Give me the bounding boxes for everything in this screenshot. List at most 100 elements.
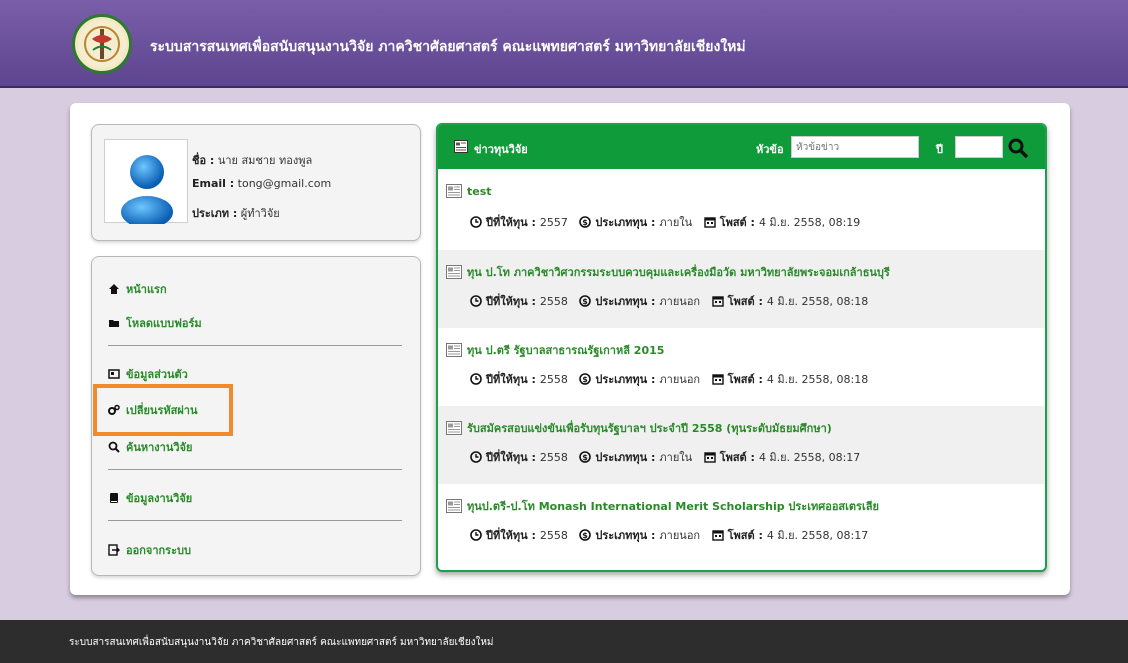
type-meta-label: ประเภททุน :	[595, 373, 656, 386]
dollar-icon: $	[579, 451, 592, 463]
posted-meta-value: 4 มิ.ย. 2558, 08:18	[766, 373, 869, 386]
home-icon	[109, 284, 119, 294]
news-item-icon	[446, 184, 462, 198]
profile-type-row: ประเภท : ผู้ทำวิจัย	[192, 204, 280, 222]
year-meta-value: 2558	[539, 528, 568, 542]
calendar-icon	[711, 530, 724, 541]
email-label: Email :	[192, 177, 235, 190]
year-meta-label: ปีที่ให้ทุน :	[486, 216, 536, 229]
dollar-icon: $	[579, 295, 592, 307]
news-item-title[interactable]: รับสมัครสอบแข่งขันเพื่อรับทุนรัฐบาลฯ ประ…	[446, 419, 832, 437]
folder-open-icon	[109, 320, 119, 327]
year-meta-value: 2558	[539, 450, 568, 464]
menu-item-logout[interactable]: ออกจากระบบ	[108, 541, 191, 559]
news-item-meta: ปีที่ให้ทุน :2557 $ ประเภททุน : ภายใน โพสต…	[470, 213, 860, 231]
footer-text: ระบบสารสนเทศเพื่อสนับสนุนงานวิจัย ภาควิช…	[69, 637, 494, 648]
news-icon	[454, 140, 468, 153]
calendar-icon	[711, 374, 724, 385]
app-header: ระบบสารสนเทศเพื่อสนับสนุนงานวิจัย ภาควิช…	[0, 0, 1128, 88]
profile-card: ชื่อ : นาย สมชาย ทองพูล Email : tong@gma…	[91, 124, 421, 241]
svg-text:$: $	[583, 297, 589, 306]
faculty-logo	[72, 14, 132, 74]
news-item-icon	[446, 499, 462, 513]
menu-item-search-research[interactable]: ค้นหางานวิจัย	[108, 438, 192, 456]
clock-icon	[470, 529, 482, 541]
year-meta-value: 2558	[539, 294, 568, 308]
news-item-title-text: ทุนป.ตรี-ป.โท Monash International Merit…	[467, 500, 879, 513]
news-item: ทุน ป.ตรี รัฐบาลสาธารณรัฐเกาหลี 2015 ปีที…	[438, 328, 1045, 406]
news-item-title-text: ทุน ป.ตรี รัฐบาลสาธารณรัฐเกาหลี 2015	[467, 344, 665, 357]
dollar-icon: $	[579, 529, 592, 541]
posted-meta-label: โพสต์ :	[727, 295, 763, 308]
year-meta-value: 2558	[539, 372, 568, 386]
news-item-title[interactable]: ทุน ป.ตรี รัฐบาลสาธารณรัฐเกาหลี 2015	[446, 341, 664, 359]
year-label: ปี	[936, 143, 943, 156]
dollar-icon: $	[579, 373, 592, 385]
type-meta-label: ประเภททุน :	[595, 529, 656, 542]
year-meta-label: ปีที่ให้ทุน :	[486, 529, 536, 542]
menu-label-research-data: ข้อมูลงานวิจัย	[126, 492, 193, 505]
posted-meta-label: โพสต์ :	[727, 373, 763, 386]
user-avatar-icon	[121, 155, 173, 228]
name-label: ชื่อ :	[192, 154, 215, 167]
research-news-panel: ข่าวทุนวิจัย หัวข้อ ปี test ปีที่ให้ทุน :…	[436, 123, 1047, 572]
profile-name-row: ชื่อ : นาย สมชาย ทองพูล	[192, 151, 312, 169]
topic-search-input[interactable]	[791, 136, 919, 158]
type-meta-value: ภายนอก	[659, 529, 701, 542]
logout-icon	[108, 544, 120, 556]
menu-item-research-data[interactable]: ข้อมูลงานวิจัย	[108, 489, 192, 507]
calendar-icon	[703, 217, 716, 228]
news-item-title[interactable]: ทุน ป.โท ภาควิชาวิศวกรรมระบบควบคุมและเคร…	[446, 263, 890, 281]
menu-label-search-research: ค้นหางานวิจัย	[126, 441, 193, 454]
type-meta-label: ประเภททุน :	[595, 216, 656, 229]
menu-label-download-forms: โหลดแบบฟอร์ม	[126, 317, 202, 330]
clock-icon	[470, 373, 482, 385]
menu-item-home[interactable]: หน้าแรก	[108, 280, 167, 298]
book-icon	[110, 493, 118, 503]
type-meta-value: ภายนอก	[659, 373, 701, 386]
news-item: test ปีที่ให้ทุน :2557 $ ประเภททุน : ภายใน …	[438, 171, 1045, 249]
news-item-meta: ปีที่ให้ทุน :2558 $ ประเภททุน : ภายนอก โพส…	[470, 370, 868, 388]
type-meta-label: ประเภททุน :	[595, 451, 656, 464]
clock-icon	[470, 451, 482, 463]
menu-item-download-forms[interactable]: โหลดแบบฟอร์ม	[108, 314, 202, 332]
news-item-title-text: รับสมัครสอบแข่งขันเพื่อรับทุนรัฐบาลฯ ประ…	[467, 422, 832, 435]
menu-divider	[108, 469, 402, 470]
type-meta-value: ภายนอก	[659, 295, 701, 308]
news-item-meta: ปีที่ให้ทุน :2558 $ ประเภททุน : ภายนอก โพส…	[470, 526, 868, 544]
news-item-icon	[446, 265, 462, 279]
dollar-icon: $	[579, 216, 592, 228]
search-icon[interactable]	[1007, 137, 1029, 159]
posted-meta-value: 4 มิ.ย. 2558, 08:18	[766, 295, 869, 308]
menu-label-logout: ออกจากระบบ	[126, 544, 191, 557]
svg-text:$: $	[583, 453, 589, 462]
year-meta-label: ปีที่ให้ทุน :	[486, 295, 536, 308]
posted-meta-value: 4 มิ.ย. 2558, 08:19	[758, 216, 861, 229]
clock-icon	[470, 216, 482, 228]
email-value: tong@gmail.com	[237, 177, 332, 190]
type-meta-value: ภายใน	[659, 216, 693, 229]
news-item: รับสมัครสอบแข่งขันเพื่อรับทุนรัฐบาลฯ ประ…	[438, 406, 1045, 484]
clock-icon	[470, 295, 482, 307]
posted-meta-label: โพสต์ :	[719, 216, 755, 229]
posted-meta-value: 4 มิ.ย. 2558, 08:17	[758, 451, 861, 464]
type-label: ประเภท :	[192, 207, 238, 220]
news-item: ทุนป.ตรี-ป.โท Monash International Merit…	[438, 484, 1045, 562]
type-meta-label: ประเภททุน :	[595, 295, 656, 308]
menu-item-personal-info[interactable]: ข้อมูลส่วนตัว	[108, 365, 188, 383]
app-footer: ระบบสารสนเทศเพื่อสนับสนุนงานวิจัย ภาควิช…	[0, 620, 1128, 663]
news-item-meta: ปีที่ให้ทุน :2558 $ ประเภททุน : ภายใน โพสต…	[470, 448, 860, 466]
svg-text:$: $	[583, 218, 589, 227]
type-value: ผู้ทำวิจัย	[240, 207, 280, 220]
menu-label-home: หน้าแรก	[126, 283, 167, 296]
topic-label: หัวข้อ	[756, 143, 784, 156]
news-item-title-text: ทุน ป.โท ภาควิชาวิศวกรรมระบบควบคุมและเคร…	[467, 266, 890, 279]
highlight-box	[93, 384, 233, 436]
avatar	[104, 139, 188, 228]
year-input[interactable]	[955, 136, 1003, 158]
menu-divider	[108, 345, 402, 346]
search-icon	[108, 441, 120, 453]
calendar-icon	[703, 452, 716, 463]
news-item-title[interactable]: test	[446, 184, 492, 198]
news-item-title[interactable]: ทุนป.ตรี-ป.โท Monash International Merit…	[446, 497, 879, 515]
